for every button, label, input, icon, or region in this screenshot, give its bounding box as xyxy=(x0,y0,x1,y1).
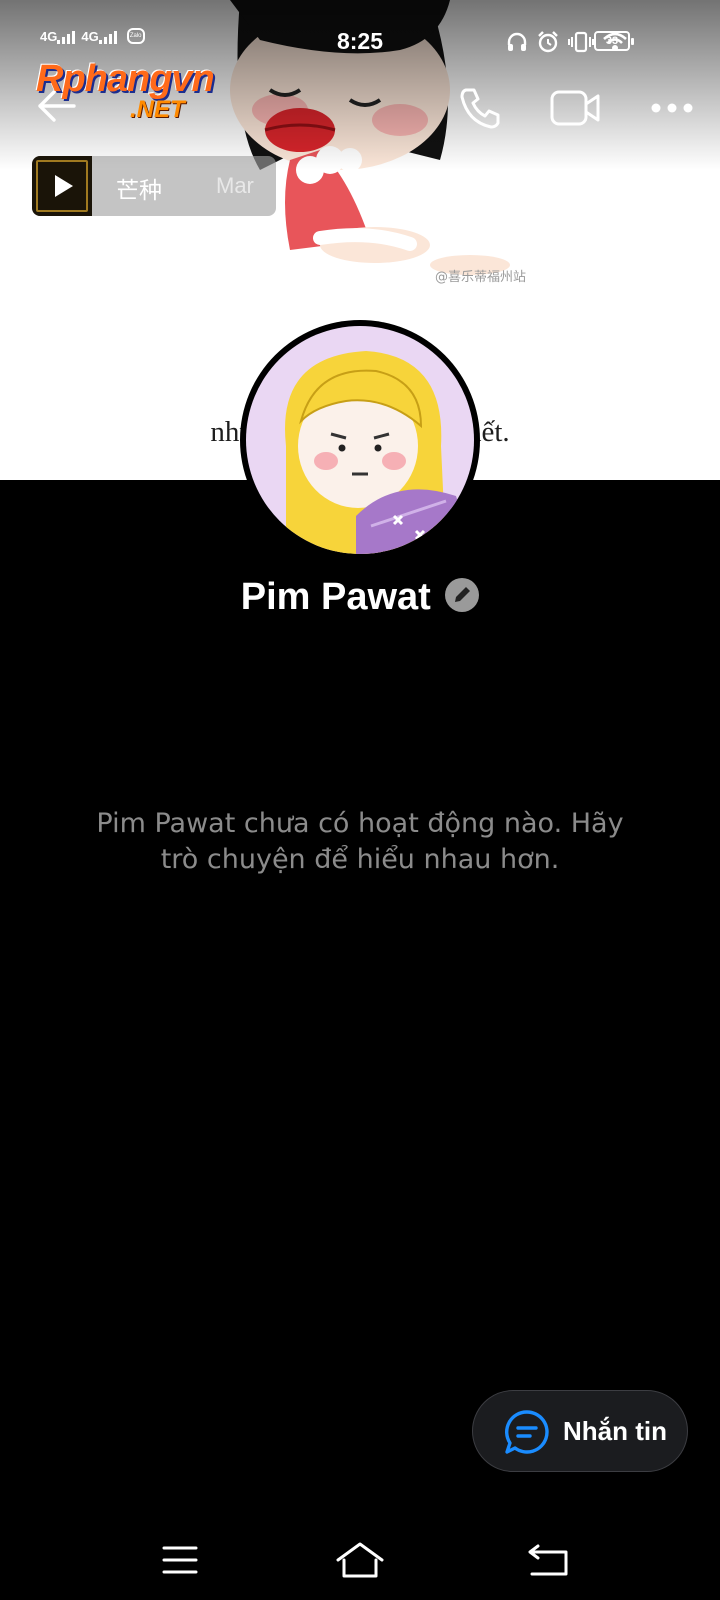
alarm-icon xyxy=(538,31,558,53)
profile-music-chip[interactable]: 芒种 Mar xyxy=(32,156,276,216)
headphones-icon xyxy=(507,32,527,51)
music-artist: Mar xyxy=(216,173,254,198)
vibrate-icon xyxy=(568,31,594,53)
phone-icon[interactable] xyxy=(456,84,504,132)
empty-activity-message: Pim Pawat chưa có hoạt động nào. Hãy trò… xyxy=(96,808,624,875)
send-message-label: Nhắn tin xyxy=(563,1416,667,1446)
back-icon[interactable] xyxy=(518,1530,578,1590)
music-album-art xyxy=(32,156,92,216)
watermark-sub-text: .NET xyxy=(130,96,185,123)
home-icon[interactable] xyxy=(330,1530,390,1590)
avatar[interactable] xyxy=(240,320,480,560)
site-watermark-logo: Rphangvn .NET xyxy=(36,58,266,128)
video-call-icon[interactable] xyxy=(550,88,602,128)
more-options-icon[interactable] xyxy=(648,94,696,122)
music-title: 芒种 xyxy=(116,178,162,204)
send-message-button[interactable]: Nhắn tin xyxy=(472,1390,688,1472)
profile-name: Pim Pawat xyxy=(240,576,431,618)
profile-name-row: Pim Pawat xyxy=(0,576,720,619)
chat-bubble-icon xyxy=(505,1410,549,1454)
avatar-illustration xyxy=(246,326,474,554)
cover-watermark-text: @喜乐蒂福州站 xyxy=(435,270,527,285)
pencil-icon xyxy=(455,586,471,602)
watermark-main-text: Rphangvn xyxy=(36,58,215,100)
menu-icon[interactable] xyxy=(150,1530,210,1590)
edit-name-button[interactable] xyxy=(445,577,480,612)
system-nav-bar xyxy=(0,1520,720,1600)
battery-icon: 33 xyxy=(594,31,634,51)
play-icon[interactable] xyxy=(32,156,92,216)
